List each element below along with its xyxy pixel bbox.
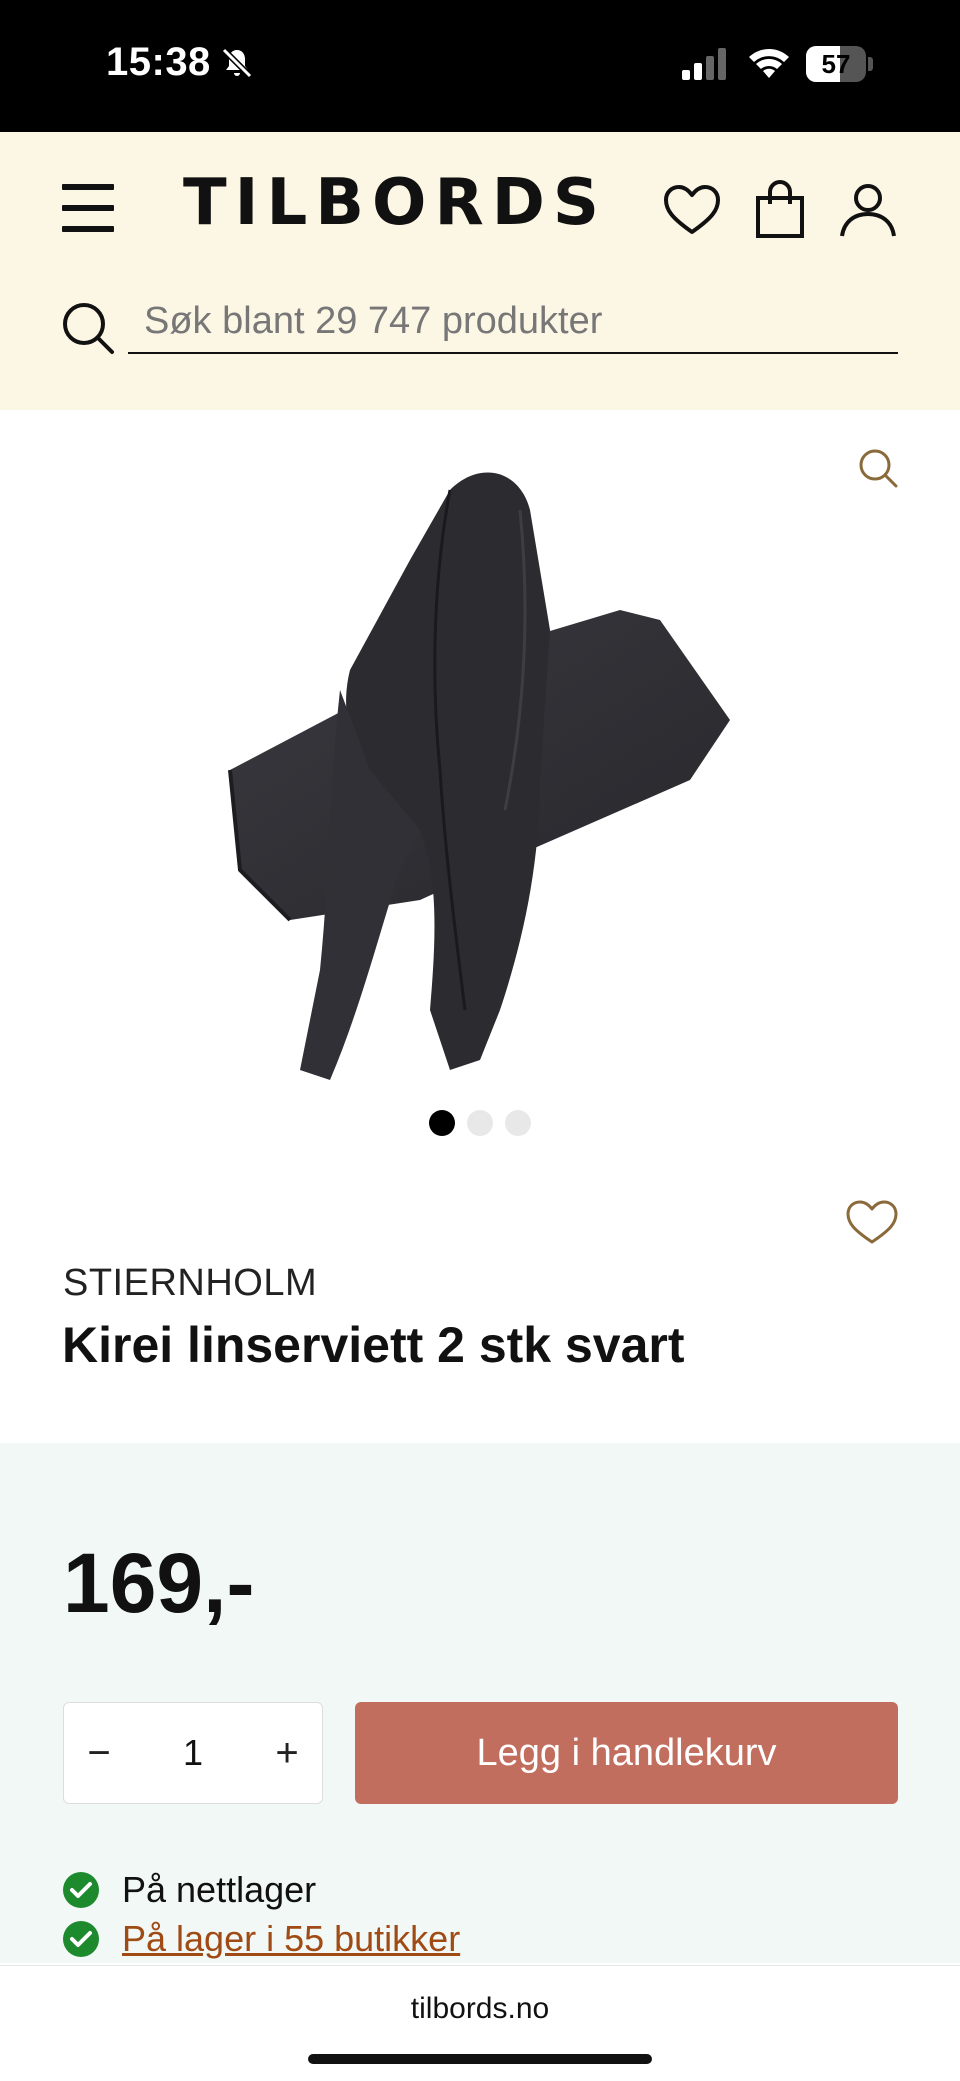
site-header: TILBORDS — [0, 132, 960, 410]
product-title: Kirei linserviett 2 stk svart — [62, 1317, 685, 1373]
add-to-cart-button[interactable]: Legg i handlekurv — [355, 1702, 898, 1804]
search-bar — [60, 290, 900, 360]
search-icon[interactable] — [60, 300, 116, 356]
browser-bottom-bar: tilbords.no — [0, 1965, 960, 2081]
status-bar: 15:38 57 — [0, 0, 960, 132]
gallery-dot[interactable] — [505, 1110, 531, 1136]
wishlist-heart-icon[interactable] — [844, 1196, 900, 1248]
signal-icon — [682, 48, 726, 80]
battery-indicator: 57 — [806, 46, 873, 82]
home-indicator[interactable] — [308, 2054, 652, 2064]
status-time: 15:38 — [106, 40, 211, 84]
zoom-icon[interactable] — [856, 446, 900, 490]
search-input[interactable] — [128, 290, 898, 354]
heart-icon[interactable] — [660, 178, 724, 242]
wifi-icon — [749, 49, 789, 78]
quantity-increment-button[interactable]: + — [252, 1703, 322, 1803]
site-logo[interactable]: TILBORDS — [183, 166, 607, 240]
bell-slash-icon — [221, 47, 253, 79]
check-icon — [63, 1872, 99, 1908]
stock-stores-link[interactable]: På lager i 55 butikker — [122, 1918, 460, 1960]
check-icon — [63, 1921, 99, 1957]
product-image-gallery[interactable] — [0, 410, 960, 1140]
stock-online-label: På nettlager — [122, 1869, 317, 1910]
user-icon[interactable] — [836, 178, 900, 242]
quantity-decrement-button[interactable]: − — [64, 1703, 134, 1803]
browser-url[interactable]: tilbords.no — [0, 1992, 960, 2026]
gallery-dot[interactable] — [429, 1110, 455, 1136]
menu-icon[interactable] — [62, 184, 114, 234]
gallery-pagination — [0, 1110, 960, 1140]
quantity-value[interactable]: 1 — [134, 1703, 252, 1803]
purchase-panel: 169,- − 1 + Legg i handlekurv På nettlag… — [0, 1443, 960, 1963]
product-image — [228, 472, 730, 1080]
bag-icon[interactable] — [748, 178, 812, 242]
quantity-stepper: − 1 + — [63, 1702, 323, 1804]
product-brand[interactable]: STIERNHOLM — [63, 1262, 317, 1305]
gallery-dot[interactable] — [467, 1110, 493, 1136]
product-price: 169,- — [63, 1536, 255, 1630]
battery-percent: 57 — [821, 49, 851, 79]
